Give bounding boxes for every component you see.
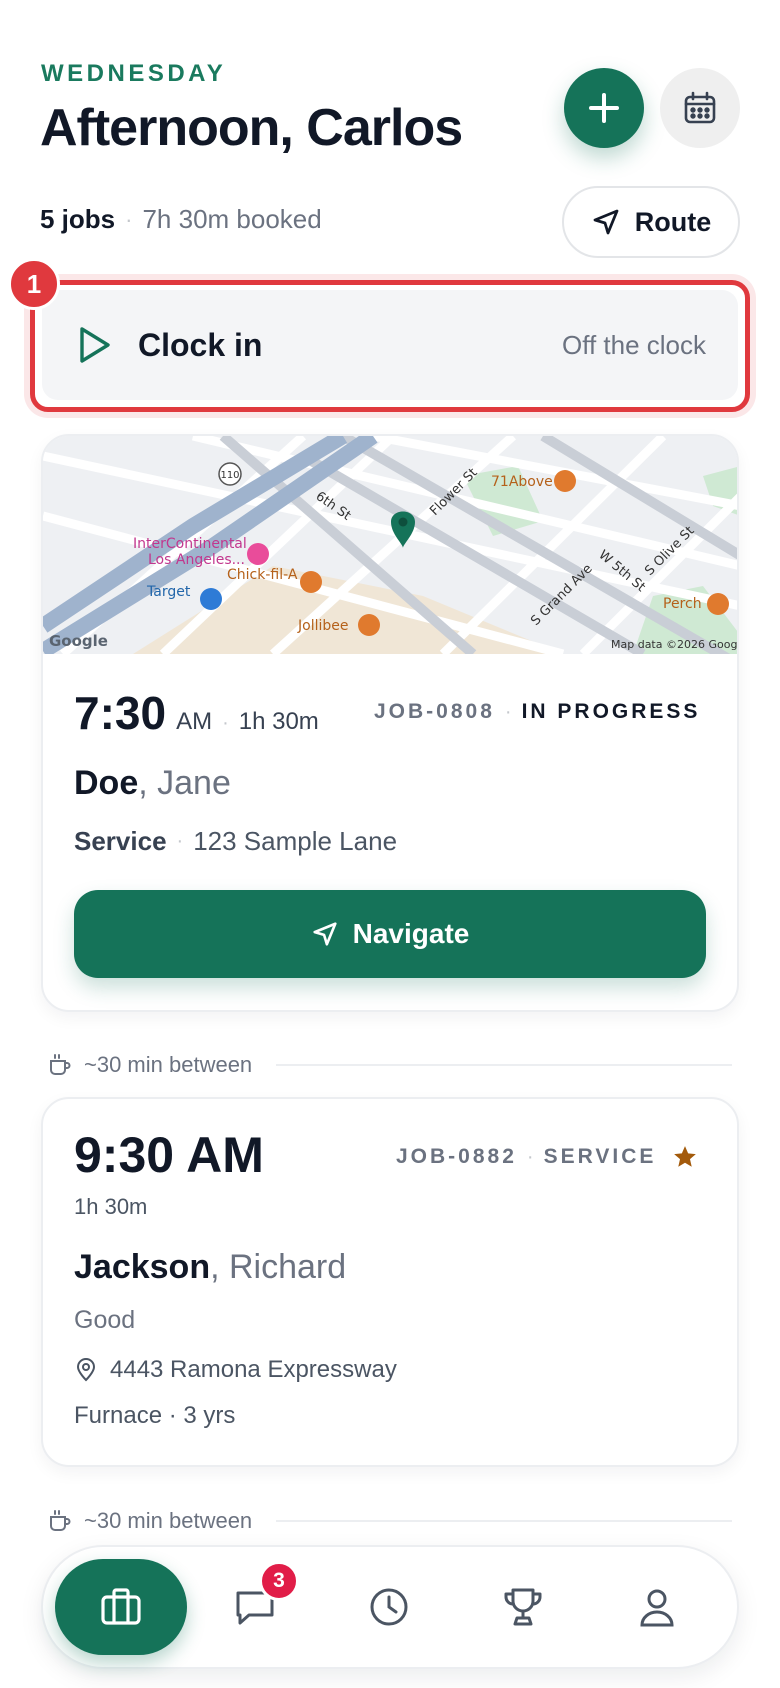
coffee-cup-icon [50,1510,71,1531]
clock-in-label: Clock in [138,326,263,363]
travel-gap: ~30 min between [48,1508,732,1534]
svg-text:Map data ©2026 Google: Map data ©2026 Google [611,638,739,651]
route-label: Route [634,206,712,237]
job-start-time: 9:30 AM [74,1127,264,1183]
job-tag: SERVICE [543,1145,657,1168]
add-job-button[interactable] [564,68,644,148]
step-number-badge: 1 [8,258,60,310]
nav-item-messages[interactable]: 3 [189,1559,321,1655]
star-icon [674,1146,697,1167]
weekday-label: WEDNESDAY [41,60,227,87]
separator-dot: · [222,712,229,734]
user-icon [640,1589,674,1627]
clock-icon [370,1588,408,1626]
job-time: 7:30 AM · 1h 30m [74,686,319,740]
unread-badge: 3 [259,1561,299,1601]
equipment-info: Furnace · 3 yrs [74,1402,236,1429]
svg-text:Google: Google [49,632,108,650]
svg-text:110: 110 [220,470,239,481]
divider [276,1064,732,1066]
job-address-line: 4443 Ramona Expressway [74,1356,397,1384]
job-address: 123 Sample Lane [193,826,398,856]
job-service-line: Service · 123 Sample Lane [74,826,397,857]
separator-dot: · [504,700,512,723]
svg-text:Target: Target [146,584,191,600]
job-start-time: 7:30 [74,687,167,739]
customer-first-name: , Richard [210,1248,347,1286]
clock-status: Off the clock [561,329,706,360]
separator-dot: · [125,206,133,232]
plus-icon [589,93,619,123]
navigation-arrow-icon [593,209,619,235]
job-duration: 1h 30m [238,708,319,735]
separator-dot: · [176,830,184,852]
briefcase-icon [101,1588,141,1625]
day-summary: 5 jobs · 7h 30m booked [40,204,322,235]
navigation-arrow-icon [313,922,337,946]
travel-gap-text: ~30 min between [84,1052,253,1077]
coffee-cup-icon [50,1054,71,1075]
job-id: JOB-0882 [396,1145,517,1168]
booked-time: 7h 30m booked [142,204,322,234]
svg-text:Perch: Perch [663,596,702,612]
divider [276,1520,732,1522]
customer-name: Doe, Jane [74,764,231,803]
page-title: Afternoon, Carlos [40,99,463,157]
navigate-button[interactable]: Navigate [74,890,706,978]
job-address: 4443 Ramona Expressway [110,1356,397,1383]
customer-last-name: Doe [74,764,139,802]
customer-name: Jackson, Richard [74,1248,346,1287]
svg-text:Chick-fil-A: Chick-fil-A [227,567,298,583]
calendar-icon [684,91,716,124]
svg-text:InterContinental: InterContinental [133,536,247,552]
separator-dot: · [526,1145,534,1168]
job-ampm: AM [176,708,213,735]
bottom-nav: 3 [41,1545,739,1669]
nav-item-profile[interactable] [591,1559,723,1655]
calendar-button[interactable] [660,68,740,148]
location-pin-icon [76,1358,96,1382]
job-meta: JOB-0882 · SERVICE [396,1144,698,1170]
trophy-icon [504,1588,542,1626]
nav-item-jobs[interactable] [55,1559,187,1655]
play-icon [80,327,110,363]
service-type: Service [74,826,167,856]
travel-gap-text: ~30 min between [84,1508,253,1533]
nav-item-timesheet[interactable] [323,1559,455,1655]
svg-text:Los Angeles...: Los Angeles... [148,552,245,568]
job-duration: 1h 30m [74,1194,148,1219]
clock-in-button[interactable]: Clock in Off the clock [42,290,738,400]
customer-last-name: Jackson [74,1248,211,1286]
job-map[interactable]: 110 6th St Flower St 71Above InterContin… [43,436,739,654]
job-id: JOB-0808 [374,700,495,723]
svg-text:71Above: 71Above [491,474,553,490]
nav-item-achievements[interactable] [457,1559,589,1655]
travel-gap: ~30 min between [48,1052,732,1078]
svg-text:Jollibee: Jollibee [297,618,348,634]
job-status: IN PROGRESS [521,700,701,723]
jobs-count: 5 jobs [40,204,116,234]
navigate-label: Navigate [352,918,470,949]
route-button[interactable]: Route [562,186,740,258]
customer-rating: Good [74,1306,136,1334]
customer-first-name: , Jane [138,764,231,802]
job-meta: JOB-0808 · IN PROGRESS [374,700,700,724]
